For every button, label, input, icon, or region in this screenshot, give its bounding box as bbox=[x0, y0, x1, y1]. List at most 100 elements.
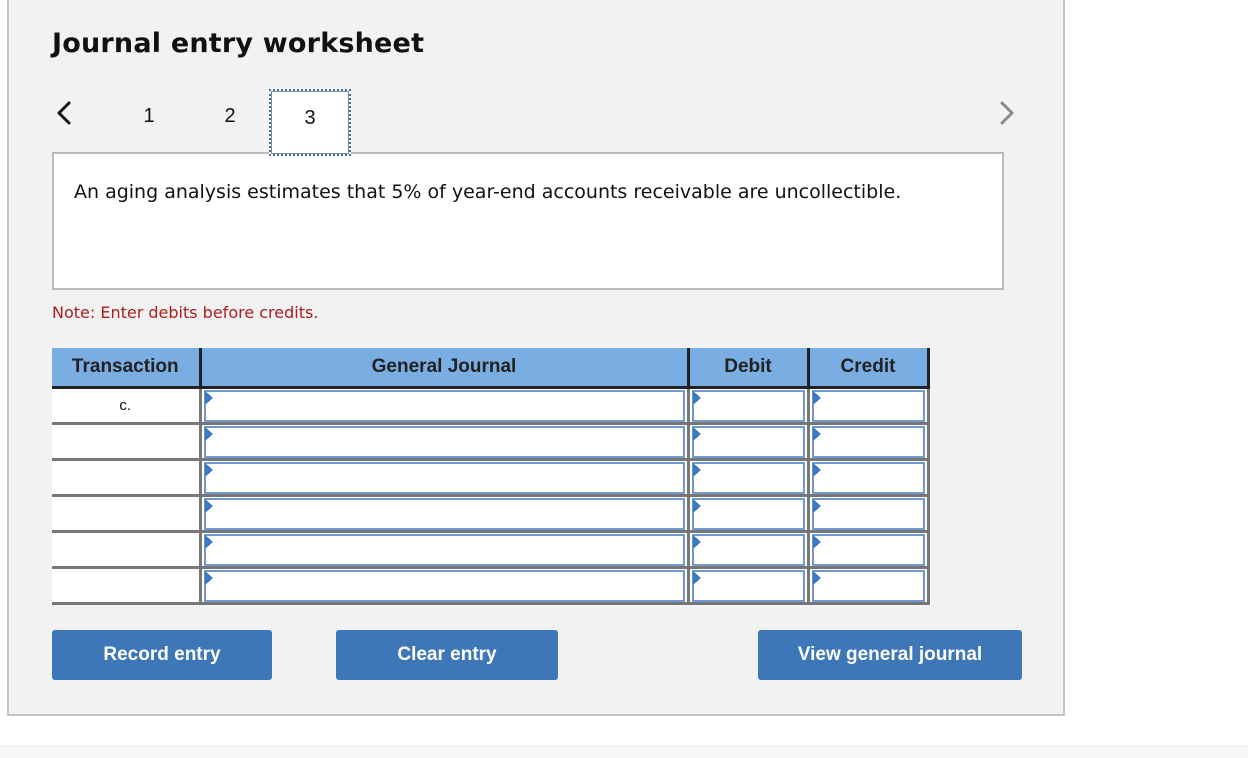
table-row bbox=[52, 495, 930, 533]
account-input-frame bbox=[203, 462, 685, 494]
account-cell bbox=[200, 387, 690, 425]
dropdown-marker-icon bbox=[204, 499, 213, 513]
account-input[interactable] bbox=[205, 536, 683, 564]
dropdown-marker-icon bbox=[692, 391, 701, 405]
account-input-frame bbox=[203, 570, 685, 602]
credit-cell bbox=[808, 495, 930, 533]
tab-label: 2 bbox=[224, 105, 236, 127]
table-row bbox=[52, 567, 930, 605]
transaction-description: An aging analysis estimates that 5% of y… bbox=[52, 152, 1004, 290]
debit-input[interactable] bbox=[693, 464, 803, 492]
credit-input-frame bbox=[811, 570, 925, 602]
tab-label: 1 bbox=[143, 105, 155, 127]
credit-input[interactable] bbox=[813, 392, 923, 420]
chevron-left-icon bbox=[57, 101, 71, 125]
account-input[interactable] bbox=[205, 464, 683, 492]
dropdown-marker-icon bbox=[812, 571, 821, 585]
record-entry-button[interactable]: Record entry bbox=[52, 630, 272, 680]
clear-entry-button[interactable]: Clear entry bbox=[336, 630, 558, 680]
account-input[interactable] bbox=[205, 500, 683, 528]
credit-cell bbox=[808, 459, 930, 497]
transaction-cell bbox=[52, 495, 202, 533]
table-row bbox=[52, 459, 930, 497]
account-input[interactable] bbox=[205, 428, 683, 456]
account-cell bbox=[200, 459, 690, 497]
debit-cell bbox=[688, 531, 810, 569]
view-general-journal-button[interactable]: View general journal bbox=[758, 630, 1022, 680]
dropdown-marker-icon bbox=[204, 463, 213, 477]
account-cell bbox=[200, 423, 690, 461]
transaction-cell: c. bbox=[52, 387, 202, 425]
account-cell bbox=[200, 531, 690, 569]
debit-input[interactable] bbox=[693, 536, 803, 564]
dropdown-marker-icon bbox=[812, 427, 821, 441]
credit-input[interactable] bbox=[813, 464, 923, 492]
table-row: c. bbox=[52, 387, 930, 425]
credit-input[interactable] bbox=[813, 500, 923, 528]
footer-divider bbox=[0, 745, 1248, 758]
credit-input-frame bbox=[811, 534, 925, 566]
debit-input[interactable] bbox=[693, 572, 803, 600]
dropdown-marker-icon bbox=[204, 535, 213, 549]
debit-input-frame bbox=[691, 534, 805, 566]
credit-input-frame bbox=[811, 498, 925, 530]
transaction-cell bbox=[52, 459, 202, 497]
account-input[interactable] bbox=[205, 572, 683, 600]
entry-note: Note: Enter debits before credits. bbox=[52, 303, 319, 322]
transaction-cell bbox=[52, 423, 202, 461]
credit-cell bbox=[808, 423, 930, 461]
credit-cell bbox=[808, 387, 930, 425]
credit-cell bbox=[808, 567, 930, 605]
debit-cell bbox=[688, 495, 810, 533]
dropdown-marker-icon bbox=[812, 391, 821, 405]
credit-input-frame bbox=[811, 462, 925, 494]
header-transaction: Transaction bbox=[52, 348, 202, 389]
account-input[interactable] bbox=[205, 392, 683, 420]
table-row bbox=[52, 423, 930, 461]
header-debit: Debit bbox=[688, 348, 810, 389]
journal-table: Transaction General Journal Debit Credit… bbox=[52, 348, 930, 605]
transaction-cell bbox=[52, 567, 202, 605]
page-title: Journal entry worksheet bbox=[52, 28, 425, 59]
debit-input-frame bbox=[691, 426, 805, 458]
dropdown-marker-icon bbox=[812, 463, 821, 477]
debit-input[interactable] bbox=[693, 500, 803, 528]
debit-input-frame bbox=[691, 462, 805, 494]
account-input-frame bbox=[203, 390, 685, 422]
credit-input[interactable] bbox=[813, 428, 923, 456]
credit-cell bbox=[808, 531, 930, 569]
next-button[interactable] bbox=[996, 100, 1018, 126]
dropdown-marker-icon bbox=[204, 391, 213, 405]
account-cell bbox=[200, 567, 690, 605]
debit-input-frame bbox=[691, 570, 805, 602]
account-cell bbox=[200, 495, 690, 533]
chevron-right-icon bbox=[1000, 101, 1014, 125]
debit-input[interactable] bbox=[693, 392, 803, 420]
dropdown-marker-icon bbox=[812, 535, 821, 549]
dropdown-marker-icon bbox=[692, 463, 701, 477]
dropdown-marker-icon bbox=[692, 535, 701, 549]
account-input-frame bbox=[203, 534, 685, 566]
dropdown-marker-icon bbox=[812, 499, 821, 513]
transaction-cell bbox=[52, 531, 202, 569]
prev-button[interactable] bbox=[54, 100, 76, 126]
credit-input[interactable] bbox=[813, 536, 923, 564]
debit-cell bbox=[688, 567, 810, 605]
dropdown-marker-icon bbox=[204, 427, 213, 441]
table-header-row: Transaction General Journal Debit Credit bbox=[52, 348, 930, 389]
table-row bbox=[52, 531, 930, 569]
account-input-frame bbox=[203, 426, 685, 458]
tab-1[interactable]: 1 bbox=[108, 89, 190, 153]
dropdown-marker-icon bbox=[692, 571, 701, 585]
debit-cell bbox=[688, 423, 810, 461]
credit-input-frame bbox=[811, 390, 925, 422]
tab-2[interactable]: 2 bbox=[189, 89, 271, 153]
account-input-frame bbox=[203, 498, 685, 530]
credit-input[interactable] bbox=[813, 572, 923, 600]
tab-3[interactable]: 3 bbox=[269, 89, 351, 156]
header-credit: Credit bbox=[808, 348, 930, 389]
dropdown-marker-icon bbox=[692, 427, 701, 441]
credit-input-frame bbox=[811, 426, 925, 458]
debit-input[interactable] bbox=[693, 428, 803, 456]
header-general-journal: General Journal bbox=[200, 348, 690, 389]
